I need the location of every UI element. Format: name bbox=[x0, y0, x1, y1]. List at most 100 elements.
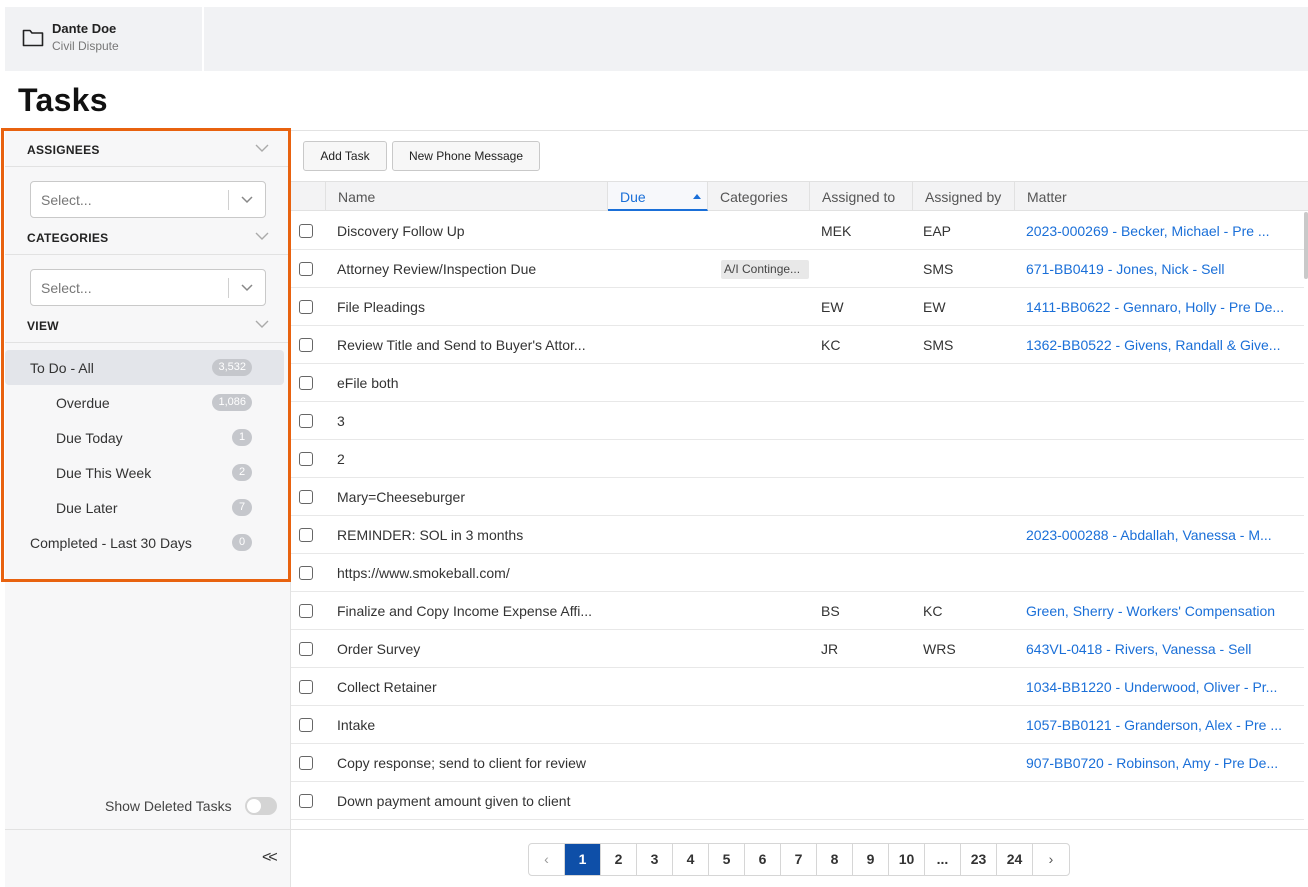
next-page-button[interactable]: › bbox=[1033, 844, 1069, 875]
row-checkbox[interactable] bbox=[299, 414, 313, 428]
matter-link[interactable]: 1411-BB0622 - Gennaro, Holly - Pre De... bbox=[1026, 299, 1298, 315]
table-row[interactable]: https://www.smokeball.com/ bbox=[291, 554, 1304, 592]
matter-link[interactable]: 2023-000269 - Becker, Michael - Pre ... bbox=[1026, 223, 1298, 239]
page-button[interactable]: 3 bbox=[637, 844, 673, 875]
task-name[interactable]: Review Title and Send to Buyer's Attor..… bbox=[337, 337, 607, 353]
task-name[interactable]: Discovery Follow Up bbox=[337, 223, 607, 239]
page-button[interactable]: 1 bbox=[565, 844, 601, 875]
task-name[interactable]: Intake bbox=[337, 717, 607, 733]
view-item-due-this-week[interactable]: Due This Week 2 bbox=[5, 455, 284, 490]
matter-link[interactable]: Green, Sherry - Workers' Compensation bbox=[1026, 603, 1298, 619]
task-name[interactable]: Order Survey bbox=[337, 641, 607, 657]
row-checkbox[interactable] bbox=[299, 376, 313, 390]
page-ellipsis[interactable]: ... bbox=[925, 844, 961, 875]
page-button[interactable]: 5 bbox=[709, 844, 745, 875]
row-checkbox[interactable] bbox=[299, 452, 313, 466]
table-row[interactable]: Order Survey JR WRS 643VL-0418 - Rivers, Va… bbox=[291, 630, 1304, 668]
table-row[interactable]: Review Title and Send to Buyer's Attor..… bbox=[291, 326, 1304, 364]
row-checkbox[interactable] bbox=[299, 756, 313, 770]
matter-link[interactable]: 1057-BB0121 - Granderson, Alex - Pre ... bbox=[1026, 717, 1298, 733]
select-all-column[interactable] bbox=[291, 182, 326, 211]
categories-section-header[interactable]: CATEGORIES bbox=[5, 219, 291, 255]
matter-link[interactable]: 2023-000288 - Abdallah, Vanessa - M... bbox=[1026, 527, 1298, 543]
prev-page-button[interactable]: ‹ bbox=[529, 844, 565, 875]
column-header-due[interactable]: Due bbox=[608, 182, 708, 211]
show-deleted-toggle[interactable] bbox=[245, 797, 277, 815]
task-name[interactable]: https://www.smokeball.com/ bbox=[337, 565, 607, 581]
page-button[interactable]: 10 bbox=[889, 844, 925, 875]
matter-link[interactable]: 671-BB0419 - Jones, Nick - Sell bbox=[1026, 261, 1298, 277]
view-section-header[interactable]: VIEW bbox=[5, 307, 291, 343]
table-row[interactable]: Intake 1057-BB0121 - Granderson, Alex - P… bbox=[291, 706, 1304, 744]
task-name[interactable]: Mary=Cheeseburger bbox=[337, 489, 607, 505]
view-item-due-later[interactable]: Due Later 7 bbox=[5, 490, 284, 525]
table-row[interactable]: 2 bbox=[291, 440, 1304, 478]
page-button[interactable]: 2 bbox=[601, 844, 637, 875]
row-checkbox[interactable] bbox=[299, 300, 313, 314]
view-item-todo-all[interactable]: To Do - All 3,532 bbox=[5, 350, 284, 385]
assignees-select[interactable]: Select... bbox=[30, 181, 266, 218]
page-button[interactable]: 6 bbox=[745, 844, 781, 875]
categories-select[interactable]: Select... bbox=[30, 269, 266, 306]
column-header-matter[interactable]: Matter bbox=[1015, 182, 1308, 211]
column-header-assigned-to[interactable]: Assigned to bbox=[810, 182, 913, 211]
row-checkbox[interactable] bbox=[299, 262, 313, 276]
column-header-name[interactable]: Name bbox=[326, 182, 608, 211]
table-row[interactable]: 3 bbox=[291, 402, 1304, 440]
column-header-assigned-by[interactable]: Assigned by bbox=[913, 182, 1015, 211]
page-button[interactable]: 4 bbox=[673, 844, 709, 875]
task-name[interactable]: Collect Retainer bbox=[337, 679, 607, 695]
scrollbar-thumb[interactable] bbox=[1304, 212, 1308, 279]
page-button[interactable]: 7 bbox=[781, 844, 817, 875]
task-name[interactable]: REMINDER: SOL in 3 months bbox=[337, 527, 607, 543]
page-button[interactable]: 9 bbox=[853, 844, 889, 875]
column-header-categories[interactable]: Categories bbox=[708, 182, 810, 211]
matter-link[interactable]: 1362-BB0522 - Givens, Randall & Give... bbox=[1026, 337, 1298, 353]
task-name[interactable]: 2 bbox=[337, 451, 607, 467]
row-checkbox[interactable] bbox=[299, 224, 313, 238]
table-row[interactable]: Attorney Review/Inspection Due A/I Contin… bbox=[291, 250, 1304, 288]
table-row[interactable]: Discovery Follow Up MEK EAP 2023-000269 - B… bbox=[291, 212, 1304, 250]
view-item-completed[interactable]: Completed - Last 30 Days 0 bbox=[5, 525, 284, 560]
dropdown-arrow-icon[interactable] bbox=[241, 196, 253, 204]
page-button[interactable]: 23 bbox=[961, 844, 997, 875]
page-button[interactable]: 24 bbox=[997, 844, 1033, 875]
table-row[interactable]: Collect Retainer 1034-BB1220 - Underwood,… bbox=[291, 668, 1304, 706]
row-checkbox[interactable] bbox=[299, 490, 313, 504]
row-checkbox[interactable] bbox=[299, 528, 313, 542]
table-row[interactable]: Mary=Cheeseburger bbox=[291, 478, 1304, 516]
table-row[interactable]: Finalize and Copy Income Expense Affi...… bbox=[291, 592, 1304, 630]
vertical-scrollbar[interactable] bbox=[1304, 212, 1308, 827]
task-name[interactable]: Copy response; send to client for review bbox=[337, 755, 607, 771]
table-row[interactable]: REMINDER: SOL in 3 months 2023-000288 - A… bbox=[291, 516, 1304, 554]
matter-link[interactable]: 643VL-0418 - Rivers, Vanessa - Sell bbox=[1026, 641, 1298, 657]
row-checkbox[interactable] bbox=[299, 794, 313, 808]
task-name[interactable]: 3 bbox=[337, 413, 607, 429]
row-checkbox[interactable] bbox=[299, 718, 313, 732]
row-checkbox[interactable] bbox=[299, 566, 313, 580]
row-checkbox[interactable] bbox=[299, 604, 313, 618]
matter-link[interactable]: 907-BB0720 - Robinson, Amy - Pre De... bbox=[1026, 755, 1298, 771]
row-checkbox[interactable] bbox=[299, 338, 313, 352]
assignees-section-header[interactable]: ASSIGNEES bbox=[5, 131, 291, 167]
new-phone-message-button[interactable]: New Phone Message bbox=[392, 141, 540, 171]
page-button[interactable]: 8 bbox=[817, 844, 853, 875]
task-name[interactable]: File Pleadings bbox=[337, 299, 607, 315]
matter-tab[interactable]: Dante Doe Civil Dispute bbox=[5, 7, 204, 71]
dropdown-arrow-icon[interactable] bbox=[241, 284, 253, 292]
view-item-due-today[interactable]: Due Today 1 bbox=[5, 420, 284, 455]
matter-link[interactable]: 1034-BB1220 - Underwood, Oliver - Pr... bbox=[1026, 679, 1298, 695]
row-checkbox[interactable] bbox=[299, 680, 313, 694]
table-row[interactable]: Copy response; send to client for review… bbox=[291, 744, 1304, 782]
add-task-button[interactable]: Add Task bbox=[303, 141, 387, 171]
table-row[interactable]: eFile both bbox=[291, 364, 1304, 402]
collapse-sidebar-icon[interactable]: << bbox=[262, 849, 278, 867]
task-name[interactable]: Down payment amount given to client bbox=[337, 793, 607, 809]
task-name[interactable]: Attorney Review/Inspection Due bbox=[337, 261, 607, 277]
row-checkbox[interactable] bbox=[299, 642, 313, 656]
table-row[interactable]: Down payment amount given to client bbox=[291, 782, 1304, 820]
table-row[interactable]: File Pleadings EW EW 1411-BB0622 - Gennaro,… bbox=[291, 288, 1304, 326]
view-item-overdue[interactable]: Overdue 1,086 bbox=[5, 385, 284, 420]
task-name[interactable]: eFile both bbox=[337, 375, 607, 391]
task-name[interactable]: Finalize and Copy Income Expense Affi... bbox=[337, 603, 607, 619]
